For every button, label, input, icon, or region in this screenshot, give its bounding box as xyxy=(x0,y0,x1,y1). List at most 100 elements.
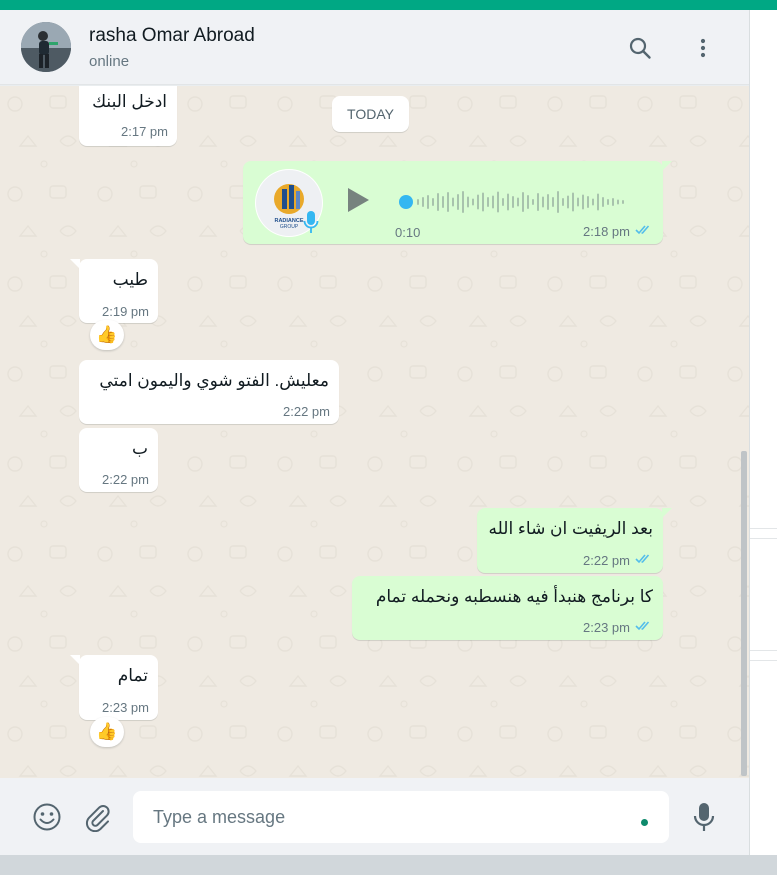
waveform-bar xyxy=(597,193,599,211)
waveform-bar xyxy=(517,197,519,207)
chat-header: rasha Omar Abroad online xyxy=(0,10,749,85)
message-text: ب xyxy=(131,439,148,458)
contact-name[interactable]: rasha Omar Abroad xyxy=(89,25,255,47)
message-bubble-incoming[interactable]: ب 2:22 pm xyxy=(79,428,158,492)
waveform-slider[interactable] xyxy=(399,189,639,220)
waveform-bar xyxy=(577,197,579,207)
waveform-bar xyxy=(417,199,419,205)
waveform-bar xyxy=(552,197,554,207)
message-bubble-outgoing[interactable]: بعد الريفيت ان شاء الله 2:22 pm xyxy=(477,508,672,573)
bubble-tail xyxy=(70,655,80,665)
waveform-bar xyxy=(572,192,574,212)
waveform-bar xyxy=(492,195,494,209)
message-time: 2:22 pm xyxy=(102,472,149,487)
waveform-bar xyxy=(487,197,489,207)
message-time: 2:17 pm xyxy=(121,124,168,139)
waveform-bar xyxy=(457,194,459,210)
contact-avatar[interactable] xyxy=(21,22,71,72)
message-bubble-incoming[interactable]: تمام 2:23 pm xyxy=(70,655,158,720)
waveform-bar xyxy=(527,195,529,209)
read-ticks-icon xyxy=(635,621,650,631)
message-text: طيب xyxy=(112,270,148,289)
message-bubble-incoming[interactable]: معليش. الفتو شوي واليمون امتي 2:22 pm xyxy=(79,360,339,424)
waveform-bar xyxy=(497,191,499,213)
waveform-bar xyxy=(432,198,434,206)
waveform-bar xyxy=(542,196,544,208)
message-bubble-outgoing[interactable]: كا برنامج هنبدأ فيه هنسطبه ونحمله تمام 2… xyxy=(352,576,663,640)
reaction-badge[interactable]: 👍 xyxy=(90,717,124,747)
read-ticks-icon xyxy=(635,225,650,235)
waveform-bar xyxy=(582,194,584,210)
message-bubble-incoming[interactable]: طيب 2:19 pm xyxy=(70,259,158,323)
waveform-bar xyxy=(537,193,539,211)
waveform-playhead xyxy=(399,195,413,209)
waveform-bar xyxy=(422,197,424,207)
message-time: 2:22 pm xyxy=(283,404,330,419)
waveform-bar xyxy=(507,193,509,211)
message-text: معليش. الفتو شوي واليمون امتي xyxy=(99,371,329,390)
app-top-strip xyxy=(0,0,777,10)
waveform-bar xyxy=(437,193,439,211)
message-time: 2:23 pm xyxy=(583,620,630,635)
message-time: 2:18 pm xyxy=(583,224,630,239)
waveform-bar xyxy=(447,192,449,212)
svg-text:GROUP: GROUP xyxy=(280,224,299,230)
panel-divider xyxy=(750,528,777,529)
message-text: تمام xyxy=(117,666,148,685)
compose-bar xyxy=(0,778,749,855)
voice-duration: 0:10 xyxy=(395,225,421,240)
waveform-bar xyxy=(522,192,524,212)
bubble-tail xyxy=(662,508,672,518)
contact-status: online xyxy=(89,53,130,70)
message-text: كا برنامج هنبدأ فيه هنسطبه ونحمله تمام xyxy=(375,587,653,606)
waveform-bar xyxy=(442,196,444,208)
voice-message-bubble[interactable]: RADIANCE GROUP 0:10 2:18 pm xyxy=(243,161,672,244)
waveform-bar xyxy=(557,191,559,213)
message-text: ادخل البنك xyxy=(92,92,167,111)
emoji-icon[interactable] xyxy=(31,801,63,833)
attach-icon[interactable] xyxy=(81,801,113,833)
waveform-bar xyxy=(547,194,549,210)
waveform-bar xyxy=(607,199,609,205)
message-time: 2:19 pm xyxy=(102,304,149,319)
panel-divider xyxy=(750,660,777,661)
mic-icon[interactable] xyxy=(688,801,720,833)
voice-mic-icon xyxy=(303,210,319,239)
right-side-panel xyxy=(749,10,777,855)
input-status-dot xyxy=(641,819,648,826)
waveform-bar xyxy=(602,197,604,207)
bubble-tail xyxy=(662,161,672,171)
waveform-bar xyxy=(472,198,474,206)
waveform-bar xyxy=(592,198,594,206)
message-time: 2:22 pm xyxy=(583,553,630,568)
bubble-tail xyxy=(70,259,80,269)
waveform-bar xyxy=(587,196,589,208)
search-icon[interactable] xyxy=(626,34,654,62)
waveform-bar xyxy=(612,198,614,206)
message-list[interactable]: ادخل البنك 2:17 pm TODAY RADIANCE GROUP xyxy=(0,86,749,778)
message-time: 2:23 pm xyxy=(102,700,149,715)
waveform-bar xyxy=(617,199,619,205)
waveform-bar xyxy=(477,194,479,210)
waveform-bar xyxy=(532,199,534,205)
waveform-bar xyxy=(427,195,429,209)
message-input[interactable] xyxy=(133,791,669,843)
waveform-bar xyxy=(462,191,464,213)
panel-divider xyxy=(750,538,777,539)
waveform-bar xyxy=(567,195,569,209)
waveform-bar xyxy=(622,200,624,204)
menu-dots-icon[interactable] xyxy=(689,34,717,62)
reaction-badge[interactable]: 👍 xyxy=(90,320,124,350)
waveform-bar xyxy=(502,198,504,206)
message-text: بعد الريفيت ان شاء الله xyxy=(488,519,653,538)
date-separator: TODAY xyxy=(332,96,409,132)
waveform-bar xyxy=(482,192,484,212)
panel-divider xyxy=(750,650,777,651)
waveform-bar xyxy=(512,196,514,208)
window-bottom-strip xyxy=(0,855,777,875)
message-bubble-incoming[interactable]: ادخل البنك 2:17 pm xyxy=(79,86,177,146)
waveform-bar xyxy=(467,196,469,208)
waveform-bar xyxy=(562,198,564,206)
play-icon[interactable] xyxy=(345,186,371,219)
chat-scrollbar[interactable] xyxy=(741,451,747,776)
